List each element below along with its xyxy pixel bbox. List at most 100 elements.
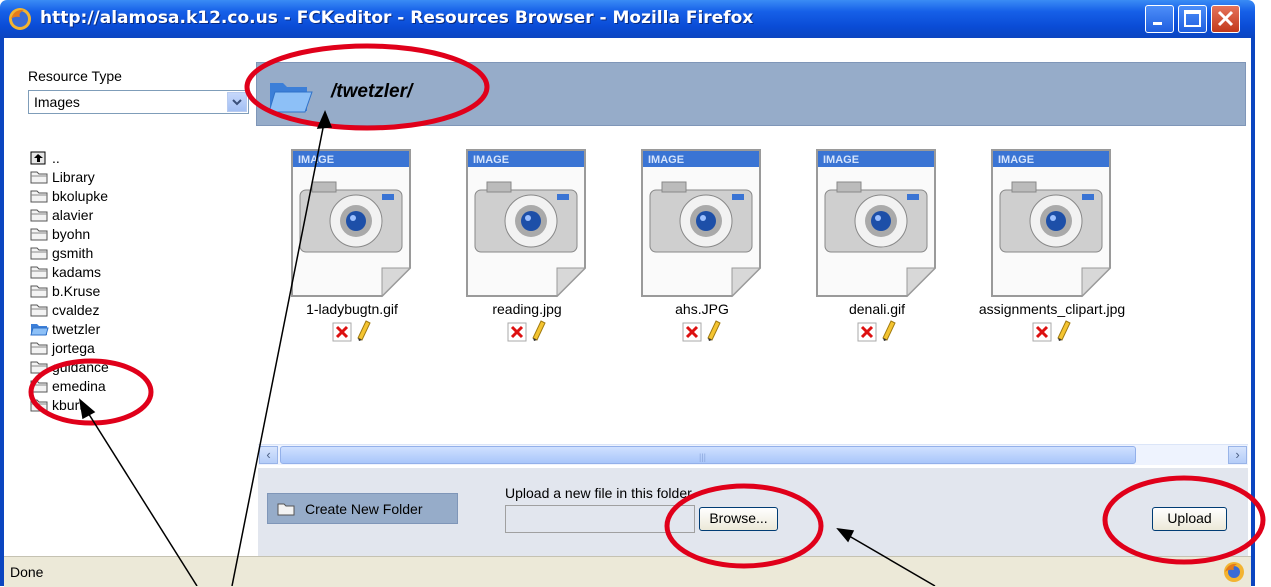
dropdown-arrow[interactable] [227, 92, 247, 112]
file-name: reading.jpg [492, 301, 562, 317]
file-actions [857, 320, 917, 342]
folder-icon [30, 209, 48, 221]
folder-icon [30, 361, 48, 373]
folder-item[interactable]: jortega [30, 338, 109, 357]
maximize-button[interactable] [1178, 5, 1207, 33]
file-actions [332, 320, 392, 342]
firefox-icon [9, 8, 31, 30]
file-thumbnail[interactable]: IMAGE ahs.JPG [602, 148, 777, 368]
folder-item[interactable]: cvaldez [30, 300, 109, 319]
folder-label: emedina [52, 377, 106, 394]
image-file-icon: IMAGE [641, 149, 762, 298]
folder-label: kadams [52, 263, 102, 280]
file-thumbnail[interactable]: IMAGE assignments_clipart.jpg [952, 148, 1127, 368]
file-actions [507, 320, 567, 342]
file-name: ahs.JPG [675, 301, 729, 317]
folder-item[interactable]: twetzler [30, 319, 109, 338]
chevron-down-icon [232, 99, 242, 106]
folder-up-label: .. [52, 149, 60, 166]
folder-item[interactable]: byohn [30, 224, 109, 243]
image-file-icon: IMAGE [991, 149, 1112, 298]
file-name: 1-ladybugtn.gif [306, 301, 398, 317]
file-thumbnail[interactable]: IMAGE 1-ladybugtn.gif [252, 148, 427, 368]
image-badge: IMAGE [823, 154, 859, 166]
delete-icon[interactable] [332, 322, 354, 344]
folder-icon [30, 399, 48, 411]
resource-type-select[interactable]: Images [28, 90, 249, 114]
scroll-right-button[interactable]: › [1228, 446, 1247, 464]
edit-icon[interactable] [531, 320, 547, 342]
open-folder-icon [268, 83, 313, 113]
folder-tree: .. Library bkolupke alavier byohn gsmith kada… [30, 148, 109, 414]
edit-icon[interactable] [356, 320, 372, 342]
folder-label: b.Kruse [52, 282, 101, 299]
upload-instructions: Upload a new file in this folder [505, 485, 692, 501]
create-folder-button[interactable]: Create New Folder [267, 493, 458, 524]
file-actions [1032, 320, 1092, 342]
status-text: Done [10, 564, 44, 580]
browser-window: http://alamosa.k12.co.us - FCKeditor - R… [0, 0, 1255, 587]
horizontal-scrollbar[interactable]: ‹ ||| › [258, 444, 1248, 465]
status-bar: Done [4, 556, 1251, 587]
folder-item[interactable]: kadams [30, 262, 109, 281]
path-bar: /twetzler/ [256, 62, 1246, 126]
image-badge: IMAGE [648, 154, 684, 166]
open-folder-icon [30, 323, 49, 335]
folder-item[interactable]: bkolupke [30, 186, 109, 205]
folder-icon [30, 190, 48, 202]
folder-icon [30, 247, 48, 259]
title-bar: http://alamosa.k12.co.us - FCKeditor - R… [0, 0, 1255, 38]
image-file-icon: IMAGE [816, 149, 937, 298]
folder-label: Library [52, 168, 95, 185]
folder-item[interactable]: emedina [30, 376, 109, 395]
edit-icon[interactable] [1056, 320, 1072, 342]
file-thumbnail[interactable]: IMAGE denali.gif [777, 148, 952, 368]
resource-type-label: Resource Type [28, 68, 122, 84]
image-file-icon: IMAGE [466, 149, 587, 298]
folder-item[interactable]: Library [30, 167, 109, 186]
image-badge: IMAGE [298, 154, 334, 166]
file-name: denali.gif [848, 301, 906, 317]
delete-icon[interactable] [857, 322, 879, 344]
footer-panel: Create New Folder Upload a new file in t… [258, 468, 1248, 556]
image-badge: IMAGE [998, 154, 1034, 166]
delete-icon[interactable] [682, 322, 704, 344]
file-path-input[interactable] [505, 505, 695, 533]
edit-icon[interactable] [881, 320, 897, 342]
delete-icon[interactable] [1032, 322, 1054, 344]
current-path: /twetzler/ [331, 81, 413, 102]
folder-up-icon [30, 151, 46, 164]
folder-item[interactable]: guidance [30, 357, 109, 376]
folder-label: twetzler [52, 320, 101, 337]
image-file-icon: IMAGE [291, 149, 412, 298]
image-badge: IMAGE [473, 154, 509, 166]
edit-icon[interactable] [706, 320, 722, 342]
folder-item[interactable]: alavier [30, 205, 109, 224]
upload-button[interactable]: Upload [1152, 507, 1227, 531]
folder-icon [30, 380, 48, 392]
folder-icon [30, 342, 48, 354]
folder-item[interactable]: kburt [30, 395, 109, 414]
resource-type-value: Images [34, 94, 80, 110]
file-thumbnail[interactable]: IMAGE reading.jpg [427, 148, 602, 368]
scroll-left-button[interactable]: ‹ [259, 446, 278, 464]
folder-item[interactable]: b.Kruse [30, 281, 109, 300]
folder-label: kburt [52, 396, 84, 413]
folder-label: gsmith [52, 244, 94, 261]
minimize-button[interactable] [1145, 5, 1174, 33]
minimize-icon [1153, 22, 1162, 25]
firefox-status-icon [1224, 562, 1244, 582]
delete-icon[interactable] [507, 322, 529, 344]
close-button[interactable] [1211, 5, 1240, 33]
file-actions [682, 320, 742, 342]
folder-up[interactable]: .. [30, 148, 109, 167]
folder-icon [30, 285, 48, 297]
scroll-thumb[interactable]: ||| [280, 446, 1136, 464]
folder-label: bkolupke [52, 187, 109, 204]
browse-button[interactable]: Browse... [699, 507, 778, 531]
resources-browser: Resource Type Images .. Library bkolupke a… [4, 38, 1251, 556]
file-name: assignments_clipart.jpg [978, 301, 1126, 317]
folder-label: jortega [52, 339, 95, 356]
folder-item[interactable]: gsmith [30, 243, 109, 262]
folder-label: byohn [52, 225, 91, 242]
